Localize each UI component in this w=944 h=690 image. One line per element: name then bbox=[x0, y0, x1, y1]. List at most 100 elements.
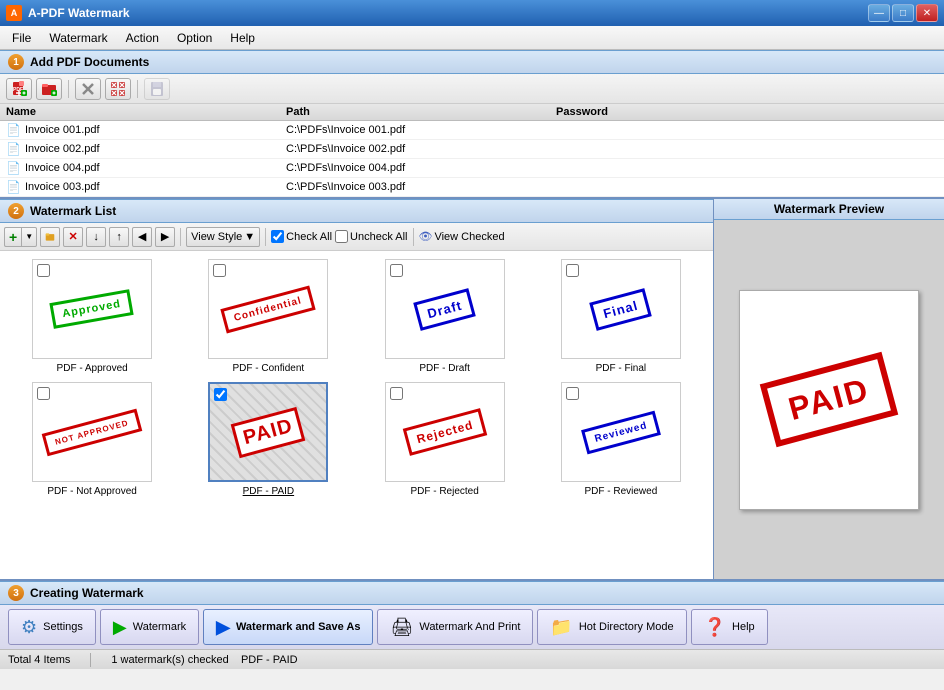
menu-help[interactable]: Help bbox=[222, 29, 263, 47]
list-item[interactable]: Confidential PDF - Confident bbox=[184, 259, 352, 374]
file-name-cell: 📄 Invoice 003.pdf bbox=[6, 180, 286, 194]
title-bar-left: A A-PDF Watermark bbox=[6, 5, 130, 21]
print-icon: 🖨 bbox=[390, 617, 413, 638]
maximize-button[interactable]: □ bbox=[892, 4, 914, 22]
preview-header: Watermark Preview bbox=[714, 199, 944, 220]
menu-watermark[interactable]: Watermark bbox=[41, 29, 115, 47]
add-watermark-dropdown[interactable]: ▼ bbox=[21, 227, 37, 247]
wm-checkbox-rejected[interactable] bbox=[390, 387, 403, 400]
stamp-notapproved: NOT APPROVED bbox=[42, 408, 142, 456]
view-checked-text: View Checked bbox=[434, 231, 504, 243]
title-bar-controls: — □ ✕ bbox=[868, 4, 938, 22]
remove-button[interactable] bbox=[75, 78, 101, 100]
move-up-button[interactable]: ↑ bbox=[109, 227, 129, 247]
uncheck-all-text: Uncheck All bbox=[350, 231, 407, 243]
list-item[interactable]: Rejected PDF - Rejected bbox=[361, 382, 529, 497]
table-row[interactable]: 📄 Invoice 003.pdf C:\PDFs\Invoice 003.pd… bbox=[0, 178, 944, 197]
file-list-body: 📄 Invoice 001.pdf C:\PDFs\Invoice 001.pd… bbox=[0, 121, 944, 197]
watermark-preview-panel: Watermark Preview PAID bbox=[714, 199, 944, 579]
watermark-print-button[interactable]: 🖨 Watermark And Print bbox=[377, 609, 533, 645]
save-list-button[interactable] bbox=[144, 78, 170, 100]
wm-label-paid: PDF - PAID bbox=[243, 486, 294, 497]
wm-label-draft: PDF - Draft bbox=[419, 363, 470, 374]
view-style-button[interactable]: View Style ▼ bbox=[186, 227, 260, 247]
minimize-button[interactable]: — bbox=[868, 4, 890, 22]
uncheck-all-label[interactable]: Uncheck All bbox=[335, 230, 407, 243]
add-button-group: + ▼ bbox=[4, 227, 37, 247]
watermark-grid: Approved PDF - Approved Confidential PDF… bbox=[0, 251, 713, 579]
clear-button[interactable] bbox=[105, 78, 131, 100]
help-button[interactable]: ❓ Help bbox=[691, 609, 768, 645]
stamp-approved: Approved bbox=[50, 289, 135, 329]
uncheck-all-checkbox[interactable] bbox=[335, 230, 348, 243]
wm-checkbox-approved[interactable] bbox=[37, 264, 50, 277]
view-style-arrow: ▼ bbox=[244, 231, 255, 243]
menu-option[interactable]: Option bbox=[169, 29, 220, 47]
watermark-button[interactable]: ▶ Watermark bbox=[100, 609, 199, 645]
table-row[interactable]: 📄 Invoice 004.pdf C:\PDFs\Invoice 004.pd… bbox=[0, 159, 944, 178]
check-all-label[interactable]: Check All bbox=[271, 230, 332, 243]
wm-thumbnail-paid: PAID bbox=[208, 382, 328, 482]
wm-checkbox-confidential[interactable] bbox=[213, 264, 226, 277]
move-down-button[interactable]: ↓ bbox=[86, 227, 106, 247]
file-name: Invoice 004.pdf bbox=[25, 162, 100, 174]
remove-watermark-button[interactable]: ✕ bbox=[63, 227, 83, 247]
wm-checkbox-reviewed[interactable] bbox=[566, 387, 579, 400]
menu-file[interactable]: File bbox=[4, 29, 39, 47]
section1-num: 1 bbox=[8, 54, 24, 70]
settings-icon: ⚙ bbox=[21, 617, 37, 638]
import-button[interactable]: ◀ bbox=[132, 227, 152, 247]
wm-label-final: PDF - Final bbox=[596, 363, 647, 374]
table-row[interactable]: 📄 Invoice 001.pdf C:\PDFs\Invoice 001.pd… bbox=[0, 121, 944, 140]
section3-title: Creating Watermark bbox=[30, 586, 144, 600]
status-total-items: Total 4 Items bbox=[8, 654, 70, 666]
watermark-save-button[interactable]: ▶ Watermark and Save As bbox=[203, 609, 373, 645]
watermark-play-icon: ▶ bbox=[113, 617, 127, 638]
menu-action[interactable]: Action bbox=[118, 29, 167, 47]
stamp-paid: PAID bbox=[231, 406, 306, 457]
hot-directory-icon: 📁 bbox=[550, 617, 572, 638]
section2-header: 2 Watermark List bbox=[0, 199, 713, 223]
check-all-text: Check All bbox=[286, 231, 332, 243]
wm-checkbox-notapproved[interactable] bbox=[37, 387, 50, 400]
list-item[interactable]: Final PDF - Final bbox=[537, 259, 705, 374]
col-name: Name bbox=[6, 106, 286, 118]
export-button[interactable]: ▶ bbox=[155, 227, 175, 247]
list-item[interactable]: NOT APPROVED PDF - Not Approved bbox=[8, 382, 176, 497]
section1-header: 1 Add PDF Documents bbox=[0, 50, 944, 74]
view-checked-label[interactable]: 👁 View Checked bbox=[419, 230, 505, 243]
add-watermark-button[interactable]: + bbox=[4, 227, 21, 247]
wm-label-notapproved: PDF - Not Approved bbox=[47, 486, 136, 497]
wm-label-reviewed: PDF - Reviewed bbox=[584, 486, 657, 497]
file-name-cell: 📄 Invoice 001.pdf bbox=[6, 123, 286, 137]
close-button[interactable]: ✕ bbox=[916, 4, 938, 22]
settings-button[interactable]: ⚙ Settings bbox=[8, 609, 96, 645]
settings-label: Settings bbox=[43, 621, 83, 633]
list-item[interactable]: Approved PDF - Approved bbox=[8, 259, 176, 374]
list-item[interactable]: Draft PDF - Draft bbox=[361, 259, 529, 374]
add-folder-button[interactable] bbox=[36, 78, 62, 100]
add-pdf-icon: PDF bbox=[11, 81, 27, 97]
open-watermark-button[interactable] bbox=[40, 227, 60, 247]
hot-directory-button[interactable]: 📁 Hot Directory Mode bbox=[537, 609, 686, 645]
title-bar: A A-PDF Watermark — □ ✕ bbox=[0, 0, 944, 26]
list-item[interactable]: Reviewed PDF - Reviewed bbox=[537, 382, 705, 497]
file-path: C:\PDFs\Invoice 002.pdf bbox=[286, 143, 556, 155]
section2-num: 2 bbox=[8, 203, 24, 219]
bottom-sections: 2 Watermark List + ▼ ✕ ↓ ↑ ◀ ▶ View St bbox=[0, 199, 944, 579]
wm-checkbox-final[interactable] bbox=[566, 264, 579, 277]
wm-checkbox-draft[interactable] bbox=[390, 264, 403, 277]
list-item[interactable]: PAID PDF - PAID bbox=[184, 382, 352, 497]
wm-label-approved: PDF - Approved bbox=[57, 363, 128, 374]
preview-stamp: PAID bbox=[760, 352, 899, 447]
section2-title: Watermark List bbox=[30, 204, 116, 218]
folder-open-icon bbox=[45, 230, 55, 244]
file-path: C:\PDFs\Invoice 001.pdf bbox=[286, 124, 556, 136]
app-title: A-PDF Watermark bbox=[28, 6, 130, 20]
wm-checkbox-paid[interactable] bbox=[214, 388, 227, 401]
wm-thumbnail-draft: Draft bbox=[385, 259, 505, 359]
check-all-checkbox[interactable] bbox=[271, 230, 284, 243]
table-row[interactable]: 📄 Invoice 002.pdf C:\PDFs\Invoice 002.pd… bbox=[0, 140, 944, 159]
pdf-icon: 📄 bbox=[6, 123, 21, 137]
add-pdf-button[interactable]: PDF bbox=[6, 78, 32, 100]
